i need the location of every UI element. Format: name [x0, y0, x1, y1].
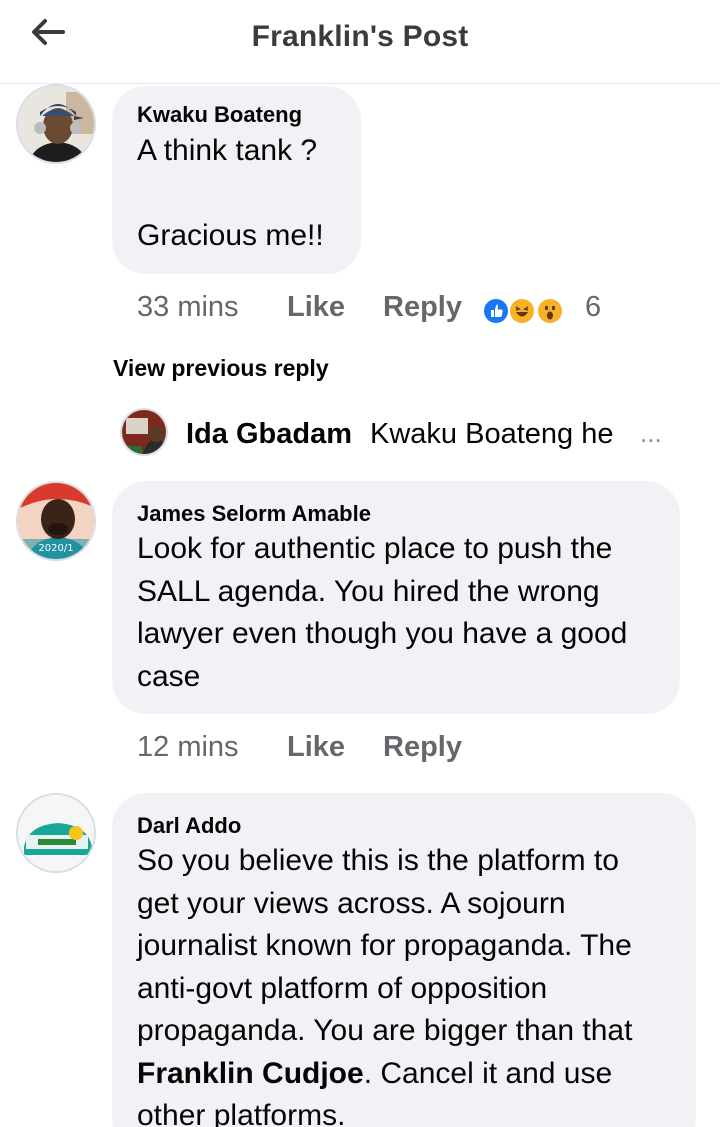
avatar-ida-gbadam[interactable]	[120, 408, 168, 456]
wow-reaction-icon	[536, 297, 564, 325]
comment-author[interactable]: Kwaku Boateng	[137, 102, 302, 128]
like-button[interactable]: Like	[287, 291, 345, 324]
view-previous-reply-link[interactable]: View previous reply	[113, 355, 329, 382]
avatar-photo	[18, 86, 94, 162]
comment-text: So you believe this is the platform to g…	[137, 844, 633, 1127]
comment-bubble[interactable]: James Selorm Amable Look for authentic p…	[112, 481, 680, 714]
avatar-james-selorm-amable[interactable]: 2020/1	[16, 481, 96, 561]
avatar-darl-addo[interactable]	[16, 793, 96, 873]
post-header: Franklin's Post	[0, 0, 720, 84]
mention-link[interactable]: Franklin Cudjoe	[137, 1057, 364, 1090]
like-reaction-icon	[482, 297, 510, 325]
reaction-count[interactable]: 6	[585, 291, 601, 324]
reply-button[interactable]: Reply	[383, 731, 462, 764]
avatar-photo	[18, 795, 94, 871]
reply-author[interactable]: Ida Gbadam	[186, 418, 352, 451]
comment-timestamp: 33 mins	[137, 291, 239, 323]
comment-bubble[interactable]: Darl Addo So you believe this is the pla…	[112, 793, 696, 1127]
comment-bubble[interactable]: Kwaku Boateng A think tank ? Gracious me…	[112, 86, 361, 274]
reply-button[interactable]: Reply	[383, 291, 462, 324]
comment-timestamp: 12 mins	[137, 731, 239, 763]
reply-snippet: Kwaku Boateng he	[370, 418, 614, 450]
avatar-kwaku-boateng[interactable]	[16, 84, 96, 164]
reaction-summary[interactable]	[482, 297, 572, 327]
avatar-tag: 2020/1	[38, 543, 74, 554]
comment-author[interactable]: Darl Addo	[137, 813, 241, 839]
haha-reaction-icon	[508, 297, 536, 325]
comment-text: Look for authentic place to push the SAL…	[137, 532, 628, 693]
reply-ellipsis: ...	[640, 418, 662, 448]
like-button[interactable]: Like	[287, 731, 345, 764]
comment-text: A think tank ? Gracious me!!	[137, 134, 324, 252]
page-title: Franklin's Post	[251, 20, 469, 53]
comment-author[interactable]: James Selorm Amable	[137, 501, 371, 527]
reply-preview[interactable]: Ida Gbadam Kwaku Boateng he ...	[120, 408, 700, 458]
avatar-photo	[122, 410, 166, 454]
